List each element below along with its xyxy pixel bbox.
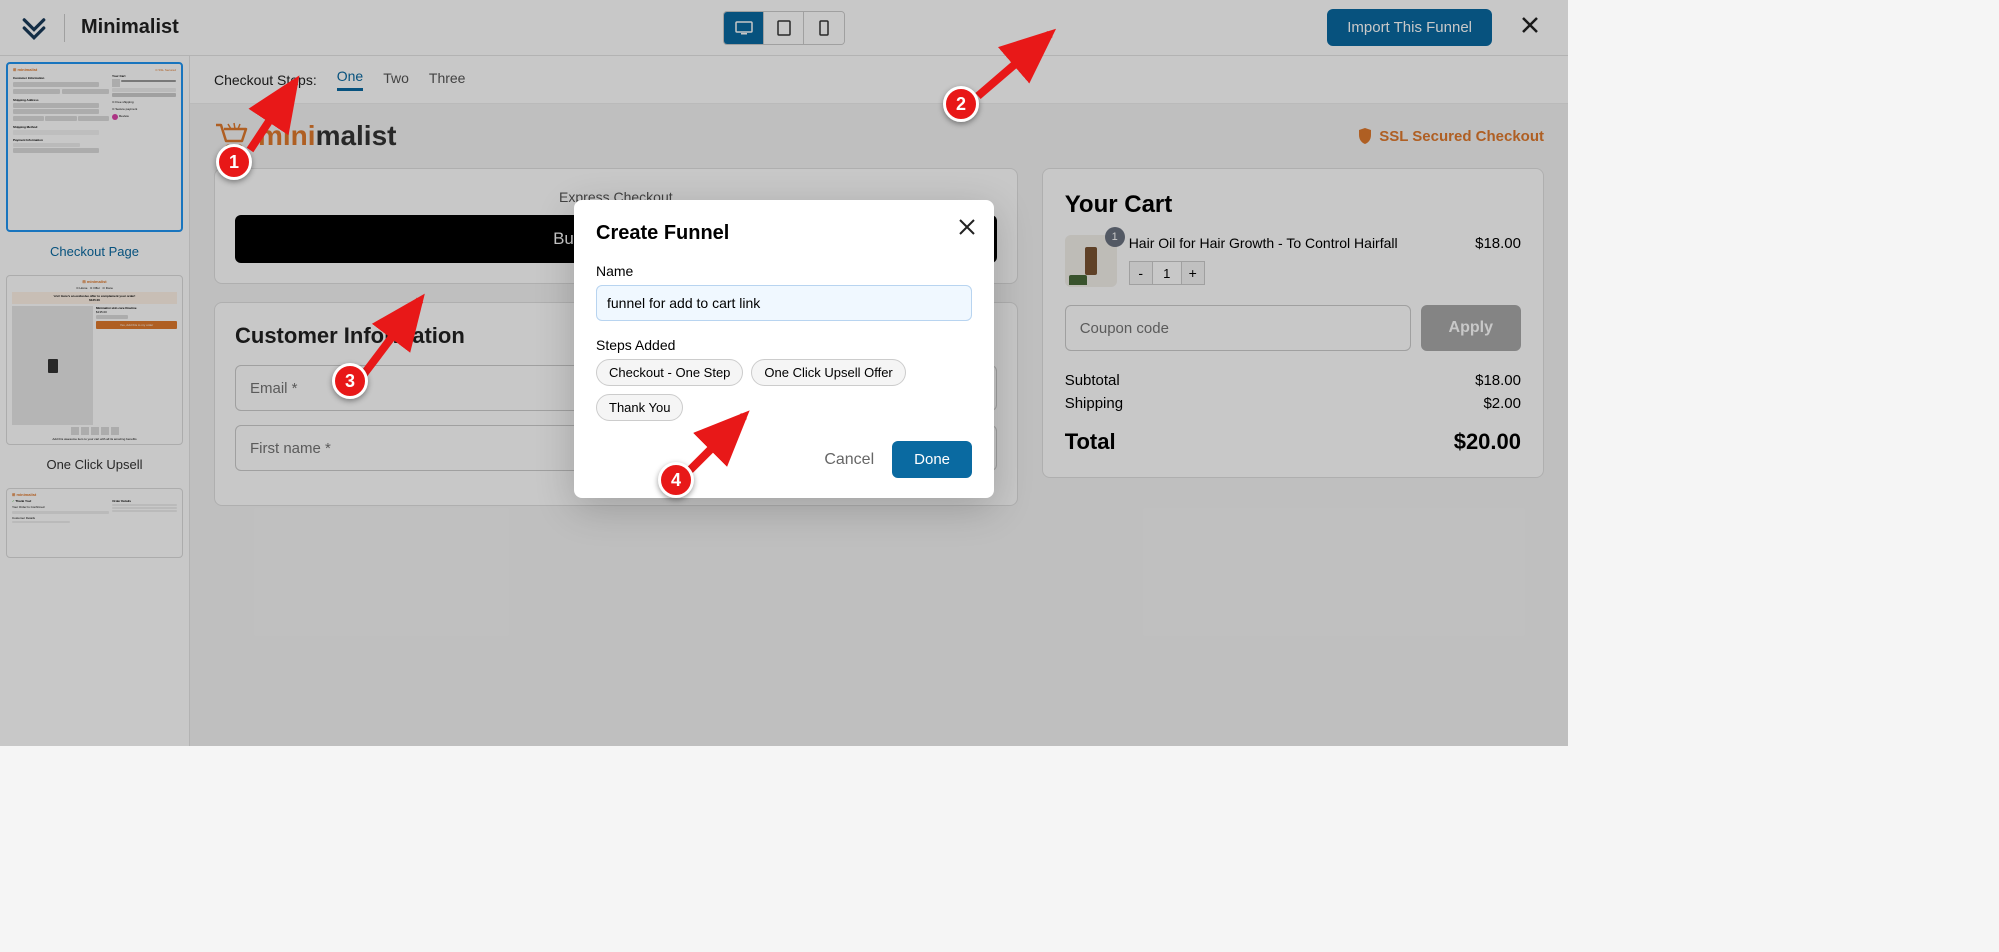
name-label: Name (596, 263, 972, 279)
steps-chips: Checkout - One Step One Click Upsell Off… (596, 359, 972, 421)
cancel-button[interactable]: Cancel (824, 451, 874, 469)
arrow-3 (358, 290, 438, 385)
arrow-1 (240, 70, 330, 165)
create-funnel-modal: Create Funnel Name Steps Added Checkout … (574, 200, 994, 498)
done-button[interactable]: Done (892, 441, 972, 478)
chip-checkout: Checkout - One Step (596, 359, 743, 386)
annotation-4: 4 (658, 462, 694, 498)
modal-backdrop: Create Funnel Name Steps Added Checkout … (0, 0, 1568, 746)
funnel-name-input[interactable] (596, 285, 972, 321)
annotation-1: 1 (216, 144, 252, 180)
modal-title: Create Funnel (596, 222, 972, 245)
modal-close-icon[interactable] (958, 218, 976, 242)
chip-thankyou: Thank You (596, 394, 683, 421)
annotation-2: 2 (943, 86, 979, 122)
annotation-3: 3 (332, 363, 368, 399)
arrow-4 (684, 408, 764, 483)
chip-upsell: One Click Upsell Offer (751, 359, 905, 386)
steps-added-label: Steps Added (596, 337, 972, 353)
arrow-2 (970, 24, 1070, 109)
